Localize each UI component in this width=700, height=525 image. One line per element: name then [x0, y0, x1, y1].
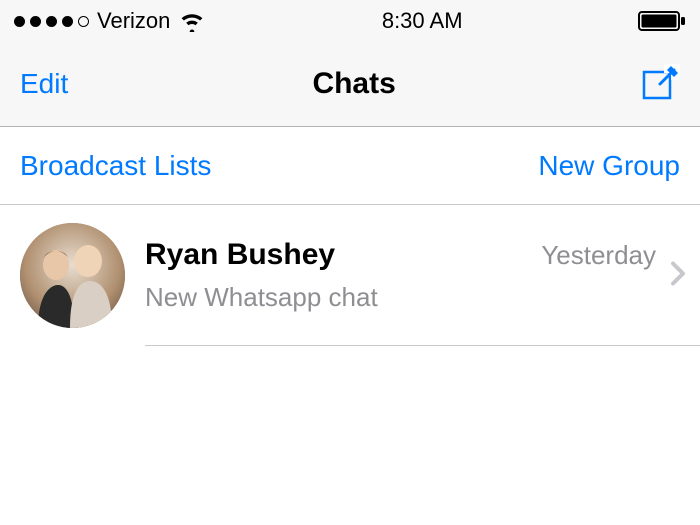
signal-strength-icon [14, 16, 89, 27]
row-divider [145, 345, 700, 346]
chevron-right-icon [670, 260, 686, 291]
carrier-label: Verizon [97, 8, 170, 34]
screen: Verizon 8:30 AM Edit Chats [0, 0, 700, 525]
status-time: 8:30 AM [382, 8, 463, 34]
chat-list: Ryan Bushey Yesterday New Whatsapp chat [0, 205, 700, 346]
chat-preview: New Whatsapp chat [145, 282, 690, 313]
new-group-button[interactable]: New Group [538, 150, 680, 182]
status-left: Verizon [14, 8, 206, 34]
compose-icon [640, 64, 680, 104]
chat-header-line: Ryan Bushey Yesterday [145, 238, 690, 272]
nav-bar: Edit Chats [0, 42, 700, 127]
edit-button[interactable]: Edit [20, 68, 68, 100]
compose-button[interactable] [640, 64, 680, 104]
chat-name: Ryan Bushey [145, 238, 335, 272]
battery-icon [638, 10, 686, 32]
chat-content: Ryan Bushey Yesterday New Whatsapp chat [145, 238, 690, 313]
page-title: Chats [312, 67, 395, 101]
chat-time: Yesterday [541, 240, 656, 271]
subheader: Broadcast Lists New Group [0, 127, 700, 205]
broadcast-lists-button[interactable]: Broadcast Lists [20, 150, 211, 182]
chat-row[interactable]: Ryan Bushey Yesterday New Whatsapp chat [0, 205, 700, 346]
status-bar: Verizon 8:30 AM [0, 0, 700, 42]
avatar [20, 223, 125, 328]
wifi-icon [178, 10, 206, 32]
